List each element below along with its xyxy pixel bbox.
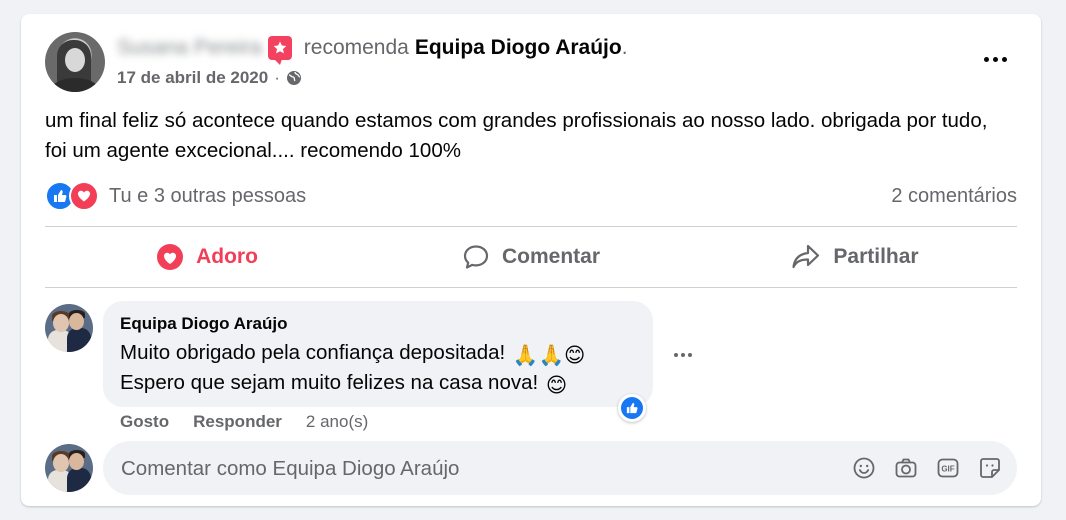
composer-avatar[interactable] <box>45 444 93 492</box>
emoji-icon[interactable] <box>851 455 877 481</box>
post-date[interactable]: 17 de abril de 2020 <box>117 68 268 88</box>
sticker-icon[interactable] <box>977 455 1003 481</box>
reaction-icons[interactable]: Tu e 3 outras pessoas <box>45 181 306 211</box>
love-icon <box>69 181 99 211</box>
post-text: um final feliz só acontece quando estamo… <box>45 109 988 162</box>
comment-composer: GIF <box>103 441 1017 497</box>
love-button[interactable]: Adoro <box>45 233 369 281</box>
comment-author[interactable]: Equipa Diogo Araújo <box>120 314 287 334</box>
praying-hands-smile-emoji: 🙏🙏😊 <box>512 344 586 367</box>
svg-text:GIF: GIF <box>941 465 954 474</box>
post-header: Susana Pereira recomenda Equipa Diogo Ar… <box>117 36 634 65</box>
post-meta: 17 de abril de 2020 · <box>117 68 302 88</box>
date-separator: · <box>274 68 280 87</box>
camera-icon[interactable] <box>893 455 919 481</box>
reactors-text[interactable]: Tu e 3 outras pessoas <box>109 185 306 208</box>
comment-button-label: Comentar <box>501 245 601 268</box>
composer-icons: GIF <box>851 455 1003 481</box>
comment-bubble: Equipa Diogo Araújo Muito obrigado pela … <box>103 301 653 407</box>
share-arrow-icon <box>792 244 820 269</box>
comment-bubble-icon <box>463 245 489 269</box>
author-avatar[interactable] <box>45 32 105 92</box>
like-icon <box>621 397 643 419</box>
commenter-avatar[interactable] <box>45 304 93 352</box>
comment-like-button[interactable]: Gosto <box>120 412 169 432</box>
globe-icon <box>286 70 302 86</box>
recommend-verb: recomenda <box>303 36 409 59</box>
share-button-label: Partilhar <box>833 245 919 268</box>
comment-options-icon[interactable] <box>669 350 697 360</box>
reactions-summary: Tu e 3 outras pessoas 2 comentários <box>45 178 1017 214</box>
comment-line-2-text: Espero que sejam muito felizes na casa n… <box>120 371 539 394</box>
post-options-icon[interactable] <box>977 48 1013 70</box>
comment-line-2: Espero que sejam muito felizes na casa n… <box>120 371 567 398</box>
love-button-label: Adoro <box>196 245 258 268</box>
comment-reply-button[interactable]: Responder <box>193 412 282 432</box>
author-name[interactable]: Susana Pereira <box>117 36 262 60</box>
comment-input[interactable] <box>119 441 823 497</box>
post-actions-bar: Adoro Comentar Partilhar <box>45 227 1017 287</box>
heart-icon <box>157 244 184 270</box>
smile-emoji: 😊 <box>545 374 568 397</box>
recommend-star-icon <box>267 36 292 65</box>
comment-timestamp[interactable]: 2 ano(s) <box>306 412 368 432</box>
page-suffix: . <box>621 36 628 59</box>
gif-icon[interactable]: GIF <box>935 455 961 481</box>
comment-actions: Gosto Responder 2 ano(s) <box>120 412 368 432</box>
comments-count-link[interactable]: 2 comentários <box>891 185 1017 208</box>
post-card: Susana Pereira recomenda Equipa Diogo Ar… <box>21 14 1041 506</box>
share-button[interactable]: Partilhar <box>693 233 1017 281</box>
comment-button[interactable]: Comentar <box>369 233 693 281</box>
comment-line-1: Muito obrigado pela confiança depositada… <box>120 341 585 368</box>
divider-bottom <box>45 287 1017 288</box>
comment-line-1-text: Muito obrigado pela confiança depositada… <box>120 341 506 364</box>
comment-like-badge[interactable] <box>618 394 646 422</box>
page-name-link[interactable]: Equipa Diogo Araújo <box>415 36 622 60</box>
